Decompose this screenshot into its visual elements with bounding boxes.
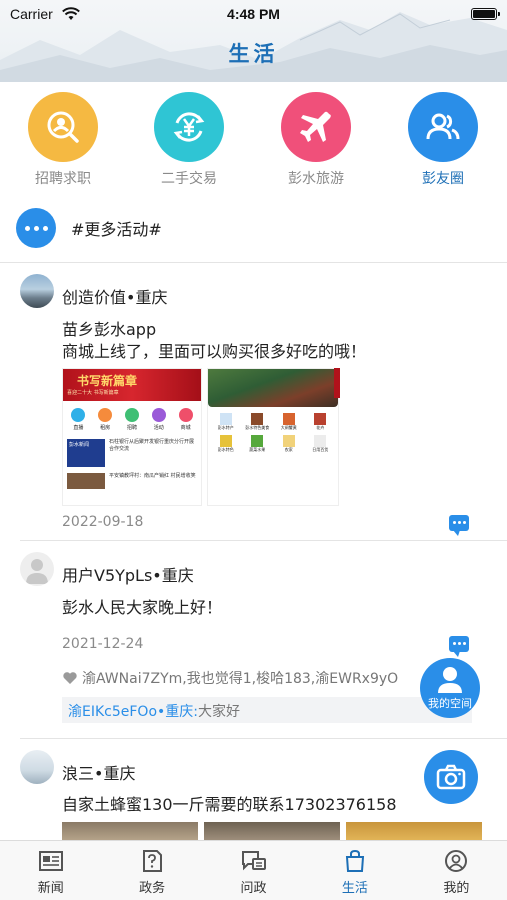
post-content-line: 彭水人民大家晚上好！ (62, 598, 223, 617)
category-label: 彭水旅游 (288, 171, 344, 187)
image-menu-label: 商城 (180, 425, 191, 431)
post-date: 2021-12-24 (62, 636, 144, 652)
airplane-icon (281, 92, 351, 162)
person-icon (438, 667, 462, 693)
image-news-tag: 彭水新闻 (67, 439, 105, 467)
image-banner-text: 书写新篇章 (77, 374, 138, 388)
post-author[interactable]: 用户V5YpLs•重庆 (62, 562, 194, 586)
image-menu-label: 招聘 (126, 425, 137, 431)
my-space-label: 我的空间 (428, 697, 472, 710)
shopping-bag-icon (345, 849, 364, 872)
image-shop-label: 彭水特色美食 (245, 425, 270, 430)
more-activities-label: #更多活动# (71, 220, 162, 239)
post-content-line: 自家土蜂蜜130一斤需要的联系17302376158 (62, 795, 397, 814)
document-question-icon (143, 850, 163, 872)
my-space-button[interactable]: 我的空间 (420, 658, 480, 718)
tab-mine[interactable]: 我的 (406, 841, 507, 900)
image-shop-label: 蔬菜水果 (249, 447, 266, 452)
avatar[interactable] (20, 274, 54, 308)
image-menu-label: 直播 (73, 425, 84, 431)
post-image[interactable] (204, 822, 340, 840)
image-banner-sub: 喜迎二十大 书写新篇章 (67, 390, 119, 396)
comment-reply[interactable]: 渝EIKc5eFOo•重庆:大家好 (62, 697, 472, 723)
category-row: 招聘求职 二手交易 彭水旅游 彭友圈 (0, 92, 507, 192)
avatar[interactable] (20, 552, 54, 586)
image-shop-label: 花卉 (316, 425, 325, 430)
image-shop-label: 农家 (284, 447, 293, 452)
reply-text: 大家好 (198, 704, 240, 720)
more-activities-button[interactable]: #更多活动# (16, 207, 162, 249)
feed-post: 创造价值•重庆 苗乡彭水app 商城上线了，里面可以购买很多好吃的哦！ 书写新篇… (0, 262, 507, 538)
category-label: 招聘求职 (35, 171, 91, 187)
friends-icon (408, 92, 478, 162)
tab-inquiry[interactable]: 问政 (203, 841, 304, 900)
post-image[interactable]: 彭水特产 彭水特色美食 大闸蟹黄 花卉 彭水特色 蔬菜水果 农家 日用百货 (207, 368, 339, 506)
post-image[interactable]: 书写新篇章 喜迎二十大 书写新篇章 直播 租房 招聘 活动 商城 彭水新闻 石柱… (62, 368, 202, 506)
tab-label: 问政 (240, 881, 267, 896)
post-content-line: 商城上线了，里面可以购买很多好吃的哦！ (62, 342, 367, 361)
profile-icon (445, 850, 468, 872)
category-tourism[interactable]: 彭水旅游 (261, 92, 371, 188)
reply-user[interactable]: 渝EIKc5eFOo•重庆: (68, 704, 198, 720)
image-news-row: 平安镇教坪村：南瓜产销红 村民增收笑 (63, 467, 201, 489)
page-title: 生活 (228, 41, 279, 66)
header: Carrier 4:48 PM 生活 (0, 0, 507, 82)
image-shop-label: 日用百货 (312, 447, 329, 452)
image-hero (208, 369, 338, 407)
tab-label: 我的 (443, 881, 470, 896)
image-menu: 直播 租房 招聘 活动 商城 (63, 401, 201, 431)
comment-icon[interactable] (449, 636, 469, 657)
camera-icon (436, 764, 466, 790)
post-author[interactable]: 浪三•重庆 (62, 760, 135, 784)
status-time: 4:48 PM (227, 6, 280, 22)
likes-text: 渝AWNai7ZYm,我也觉得1,梭哈183,渝EWRx9yO (82, 671, 399, 687)
post-image[interactable] (62, 822, 198, 840)
category-label: 二手交易 (161, 171, 217, 187)
tab-bar: 新闻 政务 问政 生活 我的 (0, 840, 507, 900)
yuan-exchange-icon (154, 92, 224, 162)
status-bar: Carrier 4:48 PM (0, 6, 507, 24)
tab-news[interactable]: 新闻 (0, 841, 101, 900)
tab-life[interactable]: 生活 (304, 841, 405, 900)
search-person-icon (28, 92, 98, 162)
heart-icon[interactable] (62, 671, 78, 685)
likes-row: 渝AWNai7ZYm,我也觉得1,梭哈183,渝EWRx9yO (62, 668, 442, 688)
post-image-edge (334, 368, 340, 398)
image-news-row: 彭水新闻 石柱银行从后聚开发银行重庆分行开展合作交流 (63, 431, 201, 467)
category-friends-circle[interactable]: 彭友圈 (388, 92, 498, 188)
tab-label: 政务 (139, 881, 166, 896)
image-menu-label: 租房 (100, 425, 111, 431)
image-shop-label: 大闸蟹黄 (280, 425, 297, 430)
avatar[interactable] (20, 750, 54, 784)
comment-icon[interactable] (449, 515, 469, 536)
category-jobs[interactable]: 招聘求职 (8, 92, 118, 188)
category-label: 彭友圈 (422, 171, 464, 187)
image-news-text: 石柱银行从后聚开发银行重庆分行开展合作交流 (109, 439, 195, 452)
chat-question-icon (241, 851, 266, 871)
post-image[interactable] (346, 822, 482, 840)
tab-label: 新闻 (37, 881, 64, 896)
tab-label: 生活 (341, 881, 368, 896)
battery-icon (471, 8, 500, 20)
image-shop-label: 彭水特色 (217, 447, 234, 452)
tab-government[interactable]: 政务 (101, 841, 202, 900)
camera-button[interactable] (424, 750, 478, 804)
newspaper-icon (38, 851, 63, 871)
post-date: 2022-09-18 (62, 514, 144, 530)
image-news-text: 平安镇教坪村：南瓜产销红 村民增收笑 (109, 473, 196, 479)
category-second-hand[interactable]: 二手交易 (134, 92, 244, 188)
image-banner: 书写新篇章 喜迎二十大 书写新篇章 (63, 369, 201, 401)
image-menu-label: 活动 (153, 425, 164, 431)
more-dots-icon (16, 208, 56, 248)
post-content-line: 苗乡彭水app (62, 320, 157, 339)
image-shop-grid: 彭水特产 彭水特色美食 大闸蟹黄 花卉 彭水特色 蔬菜水果 农家 日用百货 (208, 407, 338, 457)
image-shop-label: 彭水特产 (217, 425, 234, 430)
post-author[interactable]: 创造价值•重庆 (62, 284, 167, 308)
